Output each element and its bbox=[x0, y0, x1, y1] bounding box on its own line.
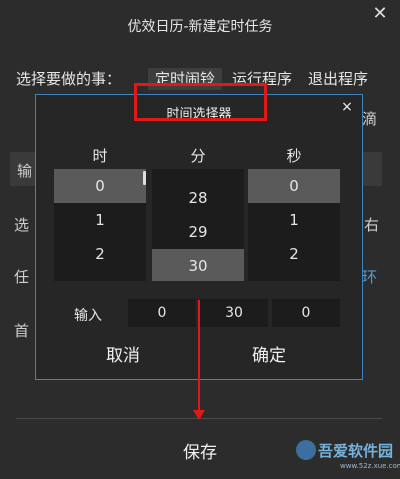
bg-fragment-select-right: 右 bbox=[364, 216, 380, 234]
second-header: 秒 bbox=[286, 147, 302, 165]
hour-option-selected[interactable]: 0 bbox=[54, 169, 146, 203]
bg-fragment-task-right[interactable]: 环 bbox=[362, 266, 377, 287]
hour-option[interactable]: 2 bbox=[54, 237, 146, 271]
annotation-arrow-line bbox=[198, 300, 200, 412]
minute-option[interactable]: 29 bbox=[152, 215, 244, 249]
bg-fragment-input: 输 bbox=[17, 162, 33, 180]
task-type-label: 选择要做的事： bbox=[16, 70, 122, 88]
second-option[interactable]: 3 bbox=[248, 271, 340, 281]
second-wheel[interactable]: 0 1 2 3 bbox=[248, 169, 340, 281]
watermark-logo-icon bbox=[296, 440, 316, 460]
watermark-url: www.52z.xue.com bbox=[340, 462, 400, 470]
minute-option-selected[interactable]: 30 bbox=[152, 249, 244, 281]
input-label: 输入 bbox=[74, 308, 102, 324]
window-title: 优效日历-新建定时任务 bbox=[127, 19, 273, 35]
hour-input[interactable] bbox=[128, 299, 196, 327]
tab-exit-program[interactable]: 退出程序 bbox=[308, 68, 368, 89]
second-option[interactable]: 1 bbox=[248, 203, 340, 237]
cancel-button[interactable]: 取消 bbox=[106, 341, 140, 366]
minute-wheel[interactable]: 27 28 29 30 bbox=[152, 169, 244, 281]
close-icon[interactable]: × bbox=[340, 100, 354, 114]
hour-option[interactable]: 3 bbox=[54, 271, 146, 281]
bg-fragment-first: 首 bbox=[14, 322, 30, 340]
annotation-highlight-box bbox=[134, 83, 267, 121]
minute-option[interactable]: 28 bbox=[152, 181, 244, 215]
minute-header: 分 bbox=[190, 147, 206, 165]
bg-fragment-select: 选 bbox=[14, 216, 30, 234]
second-input[interactable] bbox=[272, 299, 340, 327]
hour-header: 时 bbox=[92, 147, 108, 165]
hour-wheel[interactable]: 0 1 2 3 bbox=[54, 169, 146, 281]
watermark-text: 吾爱软件园 bbox=[318, 442, 394, 460]
confirm-button[interactable]: 确定 bbox=[252, 341, 286, 366]
save-button[interactable]: 保存 bbox=[168, 438, 232, 464]
minute-option[interactable]: 27 bbox=[152, 169, 244, 181]
minute-input[interactable] bbox=[200, 299, 268, 327]
bg-fragment-task: 任 bbox=[14, 268, 30, 286]
hour-wheel-scrollbar[interactable] bbox=[143, 171, 146, 185]
annotation-arrow-head-icon bbox=[193, 410, 205, 420]
window-close-icon[interactable]: ✕ bbox=[370, 4, 390, 24]
second-option[interactable]: 2 bbox=[248, 237, 340, 271]
bg-fragment-right: 滴 bbox=[362, 110, 378, 128]
second-option-selected[interactable]: 0 bbox=[248, 169, 340, 203]
hour-option[interactable]: 1 bbox=[54, 203, 146, 237]
